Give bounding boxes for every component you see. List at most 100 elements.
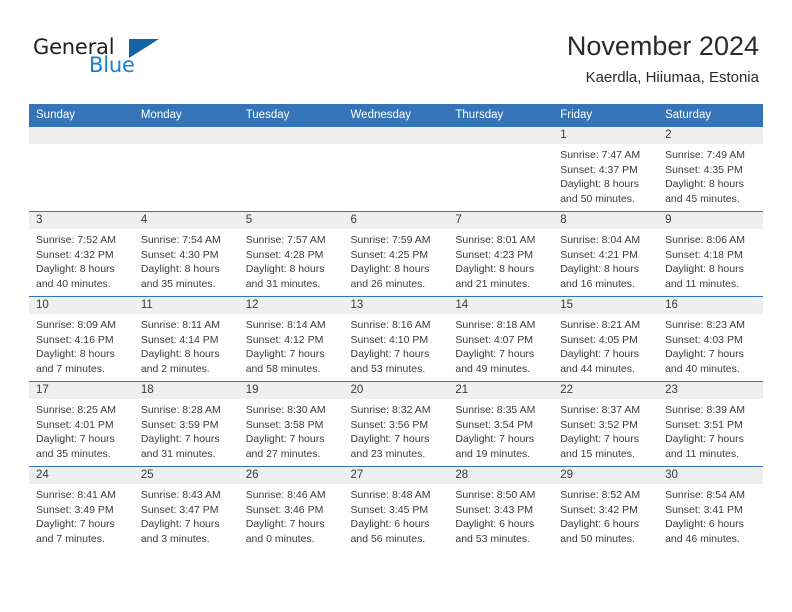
- daylight-duration-line1: Daylight: 8 hours: [245, 263, 325, 276]
- sunrise-time: Sunrise: 8:43 AM: [140, 489, 221, 501]
- day-number: 12: [238, 297, 344, 314]
- calendar-day-cell[interactable]: 17 Sunrise: 8:25 AM Sunset: 4:01 PM Dayligh…: [29, 381, 134, 467]
- day-details: Sunrise: 8:09 AM Sunset: 4:16 PM Daylight:…: [29, 314, 134, 376]
- day-details: Sunrise: 8:39 AM Sunset: 3:51 PM Daylight:…: [658, 399, 763, 461]
- day-number: 10: [29, 297, 134, 314]
- day-number: 21: [448, 382, 554, 399]
- daylight-duration-line1: Daylight: 8 hours: [560, 263, 640, 276]
- calendar-day-cell-empty: [29, 126, 134, 212]
- daylight-duration-line2: and 46 minutes.: [665, 532, 740, 545]
- sunrise-time: Sunrise: 8:25 AM: [36, 404, 116, 416]
- calendar-day-cell[interactable]: 28 Sunrise: 8:50 AM Sunset: 3:43 PM Dayligh…: [448, 466, 554, 551]
- daylight-duration-line1: Daylight: 7 hours: [455, 433, 535, 446]
- calendar-day-cell[interactable]: 12 Sunrise: 8:14 AM Sunset: 4:12 PM Dayligh…: [238, 296, 344, 382]
- calendar-day-cell[interactable]: 5 Sunrise: 7:57 AM Sunset: 4:28 PM Daylight…: [238, 211, 344, 297]
- sunrise-time: Sunrise: 7:54 AM: [140, 234, 221, 246]
- calendar-day-cell[interactable]: 25 Sunrise: 8:43 AM Sunset: 3:47 PM Dayligh…: [133, 466, 239, 551]
- day-number: 22: [553, 382, 659, 399]
- day-details: Sunrise: 8:48 AM Sunset: 3:45 PM Daylight:…: [344, 484, 449, 546]
- calendar-day-cell[interactable]: 16 Sunrise: 8:23 AM Sunset: 4:03 PM Dayligh…: [658, 296, 763, 382]
- calendar-day-cell[interactable]: 20 Sunrise: 8:32 AM Sunset: 3:56 PM Dayligh…: [343, 381, 449, 467]
- day-details: Sunrise: 8:35 AM Sunset: 3:54 PM Daylight:…: [448, 399, 553, 461]
- calendar-day-cell[interactable]: 11 Sunrise: 8:11 AM Sunset: 4:14 PM Dayligh…: [133, 296, 239, 382]
- day-number: 3: [29, 212, 134, 229]
- day-number: 13: [343, 297, 449, 314]
- sunrise-time: Sunrise: 8:41 AM: [36, 489, 116, 501]
- sunset-time: Sunset: 3:56 PM: [350, 418, 429, 431]
- calendar-day-cell-empty: [448, 126, 554, 212]
- day-number: 16: [658, 297, 763, 314]
- calendar-day-cell[interactable]: 27 Sunrise: 8:48 AM Sunset: 3:45 PM Dayligh…: [343, 466, 449, 551]
- sunset-time: Sunset: 4:03 PM: [665, 333, 743, 346]
- calendar-day-cell[interactable]: 30 Sunrise: 8:54 AM Sunset: 3:41 PM Dayligh…: [658, 466, 763, 551]
- sunrise-time: Sunrise: 8:48 AM: [350, 489, 431, 501]
- sunset-time: Sunset: 3:41 PM: [665, 503, 743, 516]
- daylight-duration-line2: and 26 minutes.: [350, 277, 426, 290]
- sunrise-time: Sunrise: 8:23 AM: [665, 319, 746, 331]
- day-number: [29, 127, 134, 144]
- calendar-day-cell[interactable]: 21 Sunrise: 8:35 AM Sunset: 3:54 PM Dayligh…: [448, 381, 554, 467]
- daylight-duration-line2: and 40 minutes.: [665, 362, 740, 375]
- calendar-day-cell[interactable]: 29 Sunrise: 8:52 AM Sunset: 3:42 PM Dayligh…: [553, 466, 659, 551]
- calendar-day-cell[interactable]: 7 Sunrise: 8:01 AM Sunset: 4:23 PM Daylight…: [448, 211, 554, 297]
- sunrise-time: Sunrise: 8:52 AM: [560, 489, 641, 501]
- calendar-day-cell[interactable]: 26 Sunrise: 8:46 AM Sunset: 3:46 PM Dayligh…: [238, 466, 344, 551]
- day-details: Sunrise: 8:25 AM Sunset: 4:01 PM Daylight:…: [29, 399, 134, 461]
- daylight-duration-line1: Daylight: 8 hours: [665, 178, 744, 191]
- day-number: 28: [448, 467, 554, 484]
- day-number: 15: [553, 297, 659, 314]
- calendar-day-cell[interactable]: 4 Sunrise: 7:54 AM Sunset: 4:30 PM Daylight…: [133, 211, 239, 297]
- day-number: 8: [553, 212, 659, 229]
- sunrise-time: Sunrise: 8:04 AM: [560, 234, 641, 246]
- day-number: [343, 127, 449, 144]
- calendar-day-cell-empty: [238, 126, 344, 212]
- daylight-duration-line2: and 7 minutes.: [36, 532, 105, 545]
- daylight-duration-line1: Daylight: 7 hours: [350, 433, 430, 446]
- day-number: 25: [133, 467, 239, 484]
- calendar-day-cell[interactable]: 22 Sunrise: 8:37 AM Sunset: 3:52 PM Dayligh…: [553, 381, 659, 467]
- daylight-duration-line2: and 40 minutes.: [36, 277, 111, 290]
- sunset-time: Sunset: 3:54 PM: [455, 418, 534, 431]
- calendar-day-cell[interactable]: 18 Sunrise: 8:28 AM Sunset: 3:59 PM Dayligh…: [133, 381, 239, 467]
- calendar-day-cell[interactable]: 10 Sunrise: 8:09 AM Sunset: 4:16 PM Dayligh…: [29, 296, 134, 382]
- calendar-day-cell[interactable]: 19 Sunrise: 8:30 AM Sunset: 3:58 PM Dayligh…: [238, 381, 344, 467]
- calendar-weekday-header: Sunday Monday Tuesday Wednesday Thursday…: [29, 104, 763, 127]
- weekday-header-friday: Friday: [553, 104, 659, 127]
- calendar-day-cell[interactable]: 8 Sunrise: 8:04 AM Sunset: 4:21 PM Daylight…: [553, 211, 659, 297]
- day-details: Sunrise: 8:52 AM Sunset: 3:42 PM Daylight:…: [553, 484, 658, 546]
- sunset-time: Sunset: 4:30 PM: [140, 248, 219, 261]
- sunrise-time: Sunrise: 8:32 AM: [350, 404, 431, 416]
- calendar-day-cell[interactable]: 1 Sunrise: 7:47 AM Sunset: 4:37 PM Daylight…: [553, 126, 659, 212]
- day-number: 24: [29, 467, 134, 484]
- day-details: Sunrise: 8:32 AM Sunset: 3:56 PM Daylight:…: [344, 399, 449, 461]
- sunrise-time: Sunrise: 8:35 AM: [455, 404, 536, 416]
- day-details: Sunrise: 8:43 AM Sunset: 3:47 PM Daylight:…: [134, 484, 239, 546]
- calendar-day-cell[interactable]: 3 Sunrise: 7:52 AM Sunset: 4:32 PM Daylight…: [29, 211, 134, 297]
- day-details: Sunrise: 7:52 AM Sunset: 4:32 PM Daylight:…: [29, 229, 134, 291]
- day-details: Sunrise: 7:49 AM Sunset: 4:35 PM Daylight:…: [658, 144, 763, 206]
- calendar-week-row: 17 Sunrise: 8:25 AM Sunset: 4:01 PM Dayligh…: [29, 381, 763, 467]
- day-number: 30: [658, 467, 763, 484]
- daylight-duration-line2: and 45 minutes.: [665, 192, 740, 205]
- daylight-duration-line2: and 53 minutes.: [350, 362, 426, 375]
- calendar-day-cell[interactable]: 6 Sunrise: 7:59 AM Sunset: 4:25 PM Daylight…: [343, 211, 449, 297]
- sunset-time: Sunset: 3:51 PM: [665, 418, 743, 431]
- sunset-time: Sunset: 3:43 PM: [455, 503, 534, 516]
- daylight-duration-line2: and 19 minutes.: [455, 447, 531, 460]
- weekday-header-wednesday: Wednesday: [343, 104, 449, 127]
- calendar-day-cell[interactable]: 23 Sunrise: 8:39 AM Sunset: 3:51 PM Dayligh…: [658, 381, 763, 467]
- calendar-day-cell[interactable]: 24 Sunrise: 8:41 AM Sunset: 3:49 PM Dayligh…: [29, 466, 134, 551]
- day-number: 20: [343, 382, 449, 399]
- sunset-time: Sunset: 3:59 PM: [140, 418, 219, 431]
- calendar-day-cell[interactable]: 14 Sunrise: 8:18 AM Sunset: 4:07 PM Dayligh…: [448, 296, 554, 382]
- weekday-header-sunday: Sunday: [29, 104, 134, 127]
- page-header: General Blue November 2024 Kaerdla, Hiiu…: [0, 0, 792, 100]
- calendar-day-cell[interactable]: 9 Sunrise: 8:06 AM Sunset: 4:18 PM Daylight…: [658, 211, 763, 297]
- general-blue-logo[interactable]: General Blue: [33, 36, 183, 86]
- calendar-day-cell[interactable]: 15 Sunrise: 8:21 AM Sunset: 4:05 PM Dayligh…: [553, 296, 659, 382]
- sunset-time: Sunset: 4:21 PM: [560, 248, 638, 261]
- calendar-day-cell[interactable]: 13 Sunrise: 8:16 AM Sunset: 4:10 PM Dayligh…: [343, 296, 449, 382]
- day-details: Sunrise: 8:54 AM Sunset: 3:41 PM Daylight:…: [658, 484, 763, 546]
- calendar-week-row: 24 Sunrise: 8:41 AM Sunset: 3:49 PM Dayligh…: [29, 466, 763, 551]
- calendar-day-cell[interactable]: 2 Sunrise: 7:49 AM Sunset: 4:35 PM Daylight…: [658, 126, 763, 212]
